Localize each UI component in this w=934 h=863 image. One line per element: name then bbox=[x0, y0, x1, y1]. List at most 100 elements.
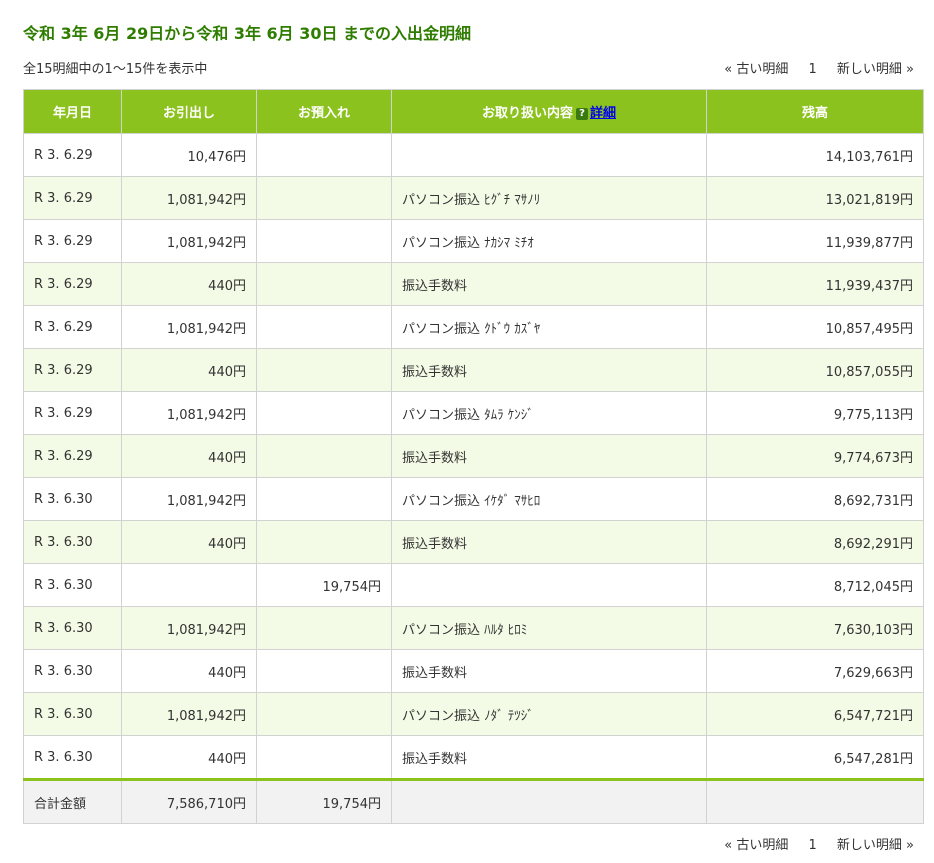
cell-deposit bbox=[256, 649, 392, 693]
table-row: R 3. 6.29 1,081,942円 パソコン振込 ﾀﾑﾗ ｹﾝｼﾞ 9,775,… bbox=[23, 391, 924, 435]
summary-row-bottom: « 古い明細 1 新しい明細 » bbox=[23, 834, 914, 853]
total-withdrawal: 7,586,710円 bbox=[121, 778, 257, 824]
cell-date: R 3. 6.29 bbox=[23, 305, 122, 349]
newer-link[interactable]: 新しい明細 » bbox=[837, 58, 914, 77]
table-row: R 3. 6.29 1,081,942円 パソコン振込 ﾅｶｼﾏ ﾐﾁｵ 11,939… bbox=[23, 219, 924, 263]
cell-date: R 3. 6.30 bbox=[23, 606, 122, 650]
cell-deposit bbox=[256, 219, 392, 263]
cell-withdrawal: 1,081,942円 bbox=[121, 176, 257, 220]
header-balance: 残高 bbox=[706, 89, 924, 134]
cell-deposit bbox=[256, 176, 392, 220]
table-row: R 3. 6.29 10,476円 14,103,761円 bbox=[23, 133, 924, 177]
help-icon[interactable]: ? bbox=[576, 107, 588, 120]
cell-date: R 3. 6.29 bbox=[23, 434, 122, 478]
header-description: お取り扱い内容? 詳細 bbox=[391, 89, 707, 134]
total-deposit: 19,754円 bbox=[256, 778, 392, 824]
table-row: R 3. 6.30 440円 振込手数料 8,692,291円 bbox=[23, 520, 924, 564]
cell-date: R 3. 6.30 bbox=[23, 692, 122, 736]
table-row: R 3. 6.30 440円 振込手数料 6,547,281円 bbox=[23, 735, 924, 780]
cell-date: R 3. 6.30 bbox=[23, 520, 122, 564]
cell-date: R 3. 6.29 bbox=[23, 133, 122, 177]
cell-balance: 13,021,819円 bbox=[706, 176, 924, 220]
summary-row-top: 全15明細中の1～15件を表示中 « 古い明細 1 新しい明細 » bbox=[23, 58, 914, 77]
page-number: 1 bbox=[808, 62, 817, 77]
table-header-row: 年月日 お引出し お預入れ お取り扱い内容? 詳細 残高 bbox=[23, 89, 924, 134]
cell-date: R 3. 6.30 bbox=[23, 649, 122, 693]
cell-balance: 9,774,673円 bbox=[706, 434, 924, 478]
cell-balance: 8,692,731円 bbox=[706, 477, 924, 521]
cell-withdrawal: 1,081,942円 bbox=[121, 219, 257, 263]
header-date: 年月日 bbox=[23, 89, 122, 134]
total-balance bbox=[706, 778, 924, 824]
header-withdrawal: お引出し bbox=[121, 89, 257, 134]
cell-deposit bbox=[256, 520, 392, 564]
result-count: 全15明細中の1～15件を表示中 bbox=[23, 62, 208, 77]
cell-balance: 6,547,281円 bbox=[706, 735, 924, 780]
cell-balance: 14,103,761円 bbox=[706, 133, 924, 177]
cell-balance: 8,692,291円 bbox=[706, 520, 924, 564]
cell-date: R 3. 6.30 bbox=[23, 563, 122, 607]
table-row: R 3. 6.30 440円 振込手数料 7,629,663円 bbox=[23, 649, 924, 693]
detail-link[interactable]: 詳細 bbox=[590, 106, 616, 121]
cell-deposit bbox=[256, 305, 392, 349]
cell-date: R 3. 6.29 bbox=[23, 391, 122, 435]
cell-description: 振込手数料 bbox=[391, 649, 707, 693]
total-row: 合計金額 7,586,710円 19,754円 bbox=[23, 778, 924, 824]
table-row: R 3. 6.29 1,081,942円 パソコン振込 ｸﾄﾞｳ ｶｽﾞﾔ 10,85… bbox=[23, 305, 924, 349]
cell-balance: 6,547,721円 bbox=[706, 692, 924, 736]
cell-balance: 11,939,877円 bbox=[706, 219, 924, 263]
page-title: 令和 3年 6月 29日から令和 3年 6月 30日 までの入出金明細 bbox=[23, 24, 472, 43]
table-row: R 3. 6.30 19,754円 8,712,045円 bbox=[23, 563, 924, 607]
cell-deposit bbox=[256, 692, 392, 736]
pager-top: « 古い明細 1 新しい明細 » bbox=[724, 58, 914, 77]
cell-description: パソコン振込 ﾅｶｼﾏ ﾐﾁｵ bbox=[391, 219, 707, 263]
cell-deposit bbox=[256, 477, 392, 521]
total-description bbox=[391, 778, 707, 824]
cell-withdrawal: 440円 bbox=[121, 735, 257, 780]
cell-balance: 7,630,103円 bbox=[706, 606, 924, 650]
cell-balance: 7,629,663円 bbox=[706, 649, 924, 693]
cell-date: R 3. 6.29 bbox=[23, 219, 122, 263]
cell-withdrawal: 440円 bbox=[121, 434, 257, 478]
older-link[interactable]: « 古い明細 bbox=[724, 58, 788, 77]
table-row: R 3. 6.29 440円 振込手数料 11,939,437円 bbox=[23, 262, 924, 306]
cell-withdrawal: 440円 bbox=[121, 649, 257, 693]
cell-deposit bbox=[256, 348, 392, 392]
header-deposit: お預入れ bbox=[256, 89, 392, 134]
cell-description: パソコン振込 ﾊﾙﾀ ﾋﾛﾐ bbox=[391, 606, 707, 650]
cell-balance: 8,712,045円 bbox=[706, 563, 924, 607]
cell-balance: 10,857,055円 bbox=[706, 348, 924, 392]
cell-withdrawal: 1,081,942円 bbox=[121, 305, 257, 349]
cell-withdrawal: 1,081,942円 bbox=[121, 692, 257, 736]
cell-deposit bbox=[256, 391, 392, 435]
cell-date: R 3. 6.30 bbox=[23, 735, 122, 780]
table-row: R 3. 6.29 1,081,942円 パソコン振込 ﾋｸﾞﾁ ﾏｻﾉﾘ 13,02… bbox=[23, 176, 924, 220]
cell-description: パソコン振込 ﾀﾑﾗ ｹﾝｼﾞ bbox=[391, 391, 707, 435]
cell-description: パソコン振込 ｲｹﾀﾞ ﾏｻﾋﾛ bbox=[391, 477, 707, 521]
cell-date: R 3. 6.30 bbox=[23, 477, 122, 521]
cell-withdrawal: 1,081,942円 bbox=[121, 477, 257, 521]
newer-link[interactable]: 新しい明細 » bbox=[837, 834, 914, 853]
cell-deposit bbox=[256, 735, 392, 780]
table-row: R 3. 6.30 1,081,942円 パソコン振込 ｲｹﾀﾞ ﾏｻﾋﾛ 8,692… bbox=[23, 477, 924, 521]
cell-withdrawal: 440円 bbox=[121, 520, 257, 564]
cell-description: 振込手数料 bbox=[391, 262, 707, 306]
cell-deposit: 19,754円 bbox=[256, 563, 392, 607]
cell-deposit bbox=[256, 606, 392, 650]
cell-balance: 10,857,495円 bbox=[706, 305, 924, 349]
table-row: R 3. 6.29 440円 振込手数料 9,774,673円 bbox=[23, 434, 924, 478]
cell-description: 振込手数料 bbox=[391, 520, 707, 564]
cell-description: 振込手数料 bbox=[391, 735, 707, 780]
cell-withdrawal: 1,081,942円 bbox=[121, 391, 257, 435]
cell-deposit bbox=[256, 262, 392, 306]
cell-withdrawal: 1,081,942円 bbox=[121, 606, 257, 650]
total-label: 合計金額 bbox=[23, 778, 122, 824]
cell-withdrawal bbox=[121, 563, 257, 607]
table-row: R 3. 6.30 1,081,942円 パソコン振込 ﾉﾀﾞ ﾃﾂｼﾞ 6,547,… bbox=[23, 692, 924, 736]
table-row: R 3. 6.30 1,081,942円 パソコン振込 ﾊﾙﾀ ﾋﾛﾐ 7,630,1… bbox=[23, 606, 924, 650]
cell-balance: 9,775,113円 bbox=[706, 391, 924, 435]
older-link[interactable]: « 古い明細 bbox=[724, 834, 788, 853]
cell-date: R 3. 6.29 bbox=[23, 348, 122, 392]
cell-deposit bbox=[256, 434, 392, 478]
cell-description: パソコン振込 ﾋｸﾞﾁ ﾏｻﾉﾘ bbox=[391, 176, 707, 220]
